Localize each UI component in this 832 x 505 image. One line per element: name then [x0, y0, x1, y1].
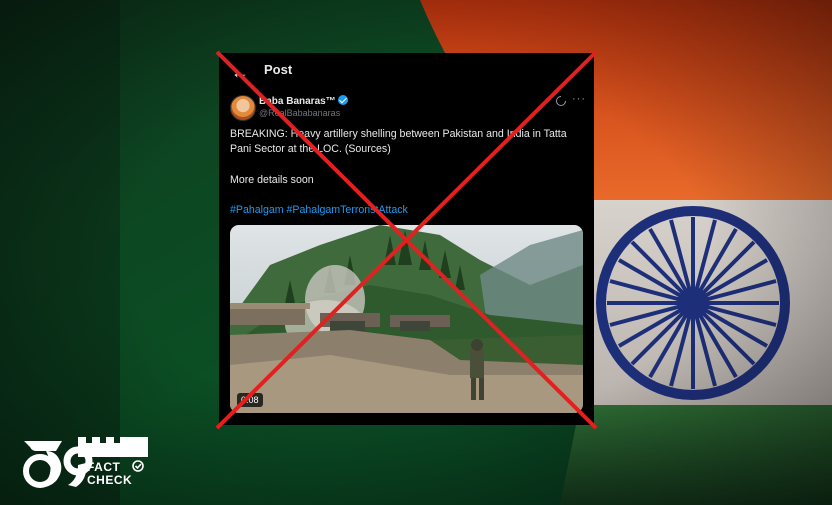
- verified-badge-icon: [337, 95, 348, 105]
- logo-word-fact: FACT: [87, 460, 121, 474]
- video-thumbnail[interactable]: 0:08: [230, 225, 583, 413]
- post-hashtags[interactable]: #Pahalgam #PahalgamTerroristAttack: [230, 203, 585, 218]
- check-circle-icon: [132, 460, 144, 472]
- page-title: Post: [264, 62, 293, 77]
- more-options-icon[interactable]: ···: [572, 93, 586, 105]
- video-frame: [230, 225, 583, 413]
- post-text-secondary: More details soon: [230, 174, 314, 186]
- post-text: BREAKING: Heavy artillery shelling betwe…: [230, 128, 567, 155]
- video-duration: 0:08: [237, 393, 263, 407]
- back-arrow-icon[interactable]: ←: [231, 62, 251, 82]
- grok-icon[interactable]: [553, 93, 569, 109]
- avatar[interactable]: [230, 95, 256, 121]
- post-card: ← Post Baba Banaras™ @RealBababanaras ··…: [219, 53, 594, 425]
- author-handle[interactable]: @RealBababanaras: [259, 108, 340, 118]
- logo-word-check: CHECK: [87, 473, 133, 487]
- author-name: Baba Banaras™: [259, 96, 336, 107]
- author-name-row[interactable]: Baba Banaras™: [259, 95, 348, 107]
